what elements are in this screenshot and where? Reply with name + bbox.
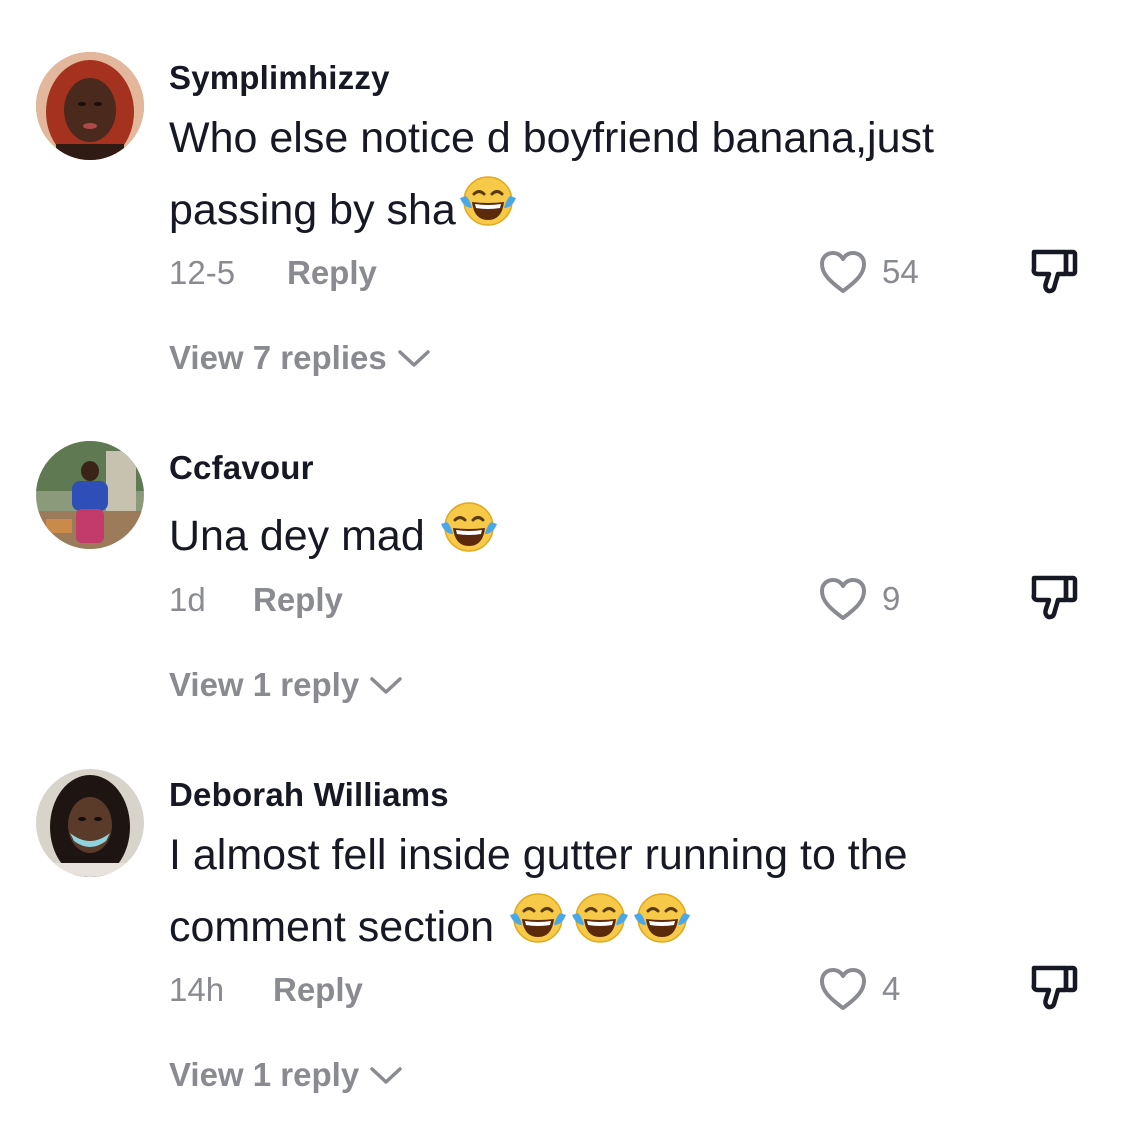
comment-text: Who else notice d boyfriend banana,just …: [169, 103, 1049, 246]
chevron-down-icon: [387, 347, 431, 369]
avatar[interactable]: [36, 441, 144, 549]
face-with-tears-of-joy-icon: [508, 891, 568, 945]
like-button[interactable]: 4: [818, 966, 900, 1012]
comment-timestamp: 1d: [169, 581, 206, 618]
comment-timestamp: 14h: [169, 971, 225, 1008]
face-with-tears-of-joy-icon: [458, 174, 518, 228]
heart-outline-icon: [818, 576, 868, 622]
view-replies-label: View 7 replies: [169, 339, 387, 376]
comment-username[interactable]: Symplimhizzy: [169, 59, 390, 97]
like-count: 9: [882, 580, 901, 617]
reply-button[interactable]: Reply: [287, 254, 377, 292]
thumbs-down-icon: [1028, 246, 1080, 296]
view-replies-button[interactable]: View 7 replies: [169, 339, 431, 377]
like-count: 4: [882, 970, 901, 1007]
thumbs-down-icon: [1028, 962, 1080, 1012]
chevron-down-icon: [359, 674, 403, 696]
like-button[interactable]: 9: [818, 576, 900, 622]
view-replies-button[interactable]: View 1 reply: [169, 666, 403, 704]
comment-text: I almost fell inside gutter running to t…: [169, 820, 1049, 963]
heart-outline-icon: [818, 966, 868, 1012]
comment-username[interactable]: Deborah Williams: [169, 776, 449, 814]
comment-text-body: Una dey mad: [169, 512, 437, 560]
thumbs-down-icon: [1028, 572, 1080, 622]
dislike-button[interactable]: [1028, 246, 1080, 296]
like-button[interactable]: 54: [818, 249, 919, 295]
chevron-down-icon: [359, 1064, 403, 1086]
view-replies-label: View 1 reply: [169, 1056, 360, 1093]
dislike-button[interactable]: [1028, 572, 1080, 622]
face-with-tears-of-joy-icon: [570, 891, 630, 945]
comment-username[interactable]: Ccfavour: [169, 449, 314, 487]
heart-outline-icon: [818, 249, 868, 295]
avatar[interactable]: [36, 769, 144, 877]
reply-button[interactable]: Reply: [273, 971, 363, 1009]
view-replies-button[interactable]: View 1 reply: [169, 1056, 403, 1094]
comment-text: Una dey mad: [169, 500, 1049, 572]
view-replies-label: View 1 reply: [169, 666, 360, 703]
dislike-button[interactable]: [1028, 962, 1080, 1012]
comment-timestamp: 12-5: [169, 254, 236, 291]
face-with-tears-of-joy-icon: [439, 500, 499, 554]
avatar[interactable]: [36, 52, 144, 160]
comment-text-body: Who else notice d boyfriend banana,just …: [169, 114, 934, 234]
reply-button[interactable]: Reply: [253, 581, 343, 619]
like-count: 54: [882, 253, 919, 290]
face-with-tears-of-joy-icon: [632, 891, 692, 945]
